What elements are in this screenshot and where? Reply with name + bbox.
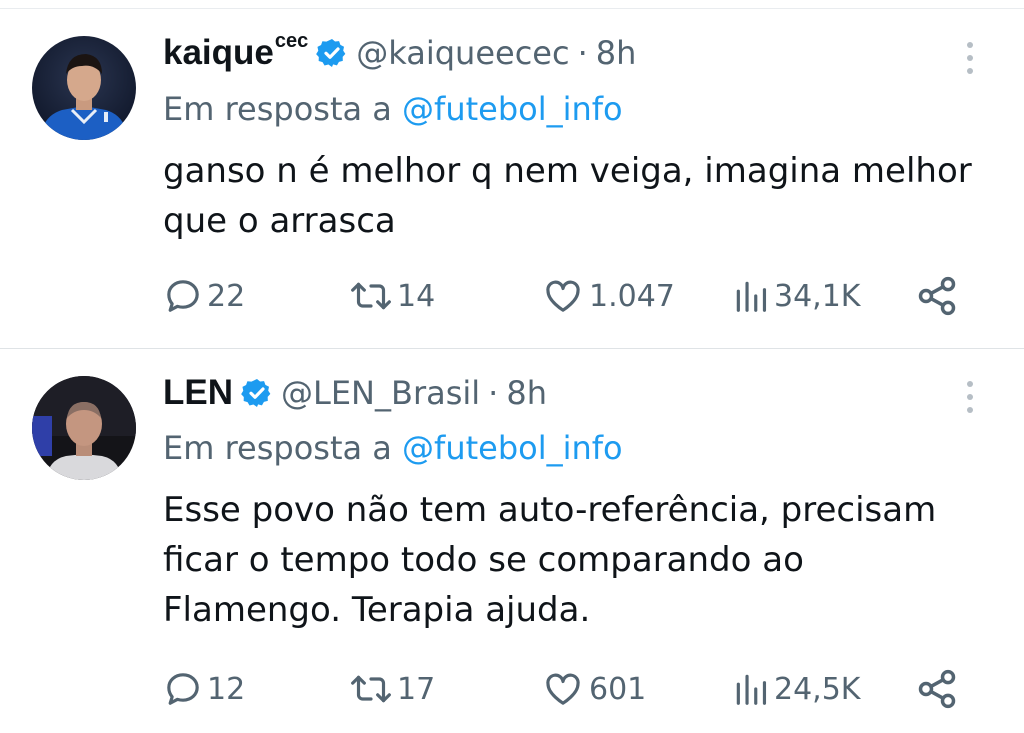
views-button[interactable]: 24,5K bbox=[732, 664, 860, 714]
retweet-count: 14 bbox=[397, 278, 436, 314]
tweet[interactable]: kaiquecec @kaiqueecec · 8h Em resposta a… bbox=[0, 0, 1024, 348]
tweet-header: LEN @LEN_Brasil · 8h bbox=[163, 370, 547, 416]
like-icon bbox=[546, 280, 580, 312]
user-handle[interactable]: @kaiqueecec bbox=[356, 34, 569, 72]
reply-prefix: Em resposta a bbox=[163, 90, 392, 128]
views-icon bbox=[736, 281, 767, 312]
share-icon bbox=[918, 276, 956, 316]
reply-count: 12 bbox=[207, 671, 246, 707]
views-button[interactable]: 34,1K bbox=[732, 271, 860, 321]
tweet-text-line: que o arrasca bbox=[163, 201, 396, 241]
display-name[interactable]: LEN bbox=[163, 373, 233, 413]
reply-button[interactable]: 22 bbox=[163, 271, 245, 321]
like-count: 1.047 bbox=[589, 278, 675, 314]
reply-icon bbox=[167, 673, 199, 705]
views-count: 34,1K bbox=[774, 278, 861, 314]
reply-context: Em resposta a @futebol_info bbox=[163, 429, 623, 467]
display-name[interactable]: kaiquecec bbox=[163, 30, 308, 73]
timestamp[interactable]: 8h bbox=[506, 374, 547, 412]
more-options-icon[interactable] bbox=[960, 38, 980, 78]
like-count: 601 bbox=[589, 671, 647, 707]
tweet-text: Esse povo não tem auto-referência, preci… bbox=[163, 485, 1003, 635]
retweet-icon bbox=[351, 282, 391, 310]
avatar[interactable] bbox=[32, 36, 136, 140]
reply-count: 22 bbox=[207, 278, 246, 314]
tweet-text-line: ficar o tempo todo se comparando ao bbox=[163, 540, 804, 580]
user-handle[interactable]: @LEN_Brasil bbox=[281, 374, 480, 412]
like-button[interactable]: 601 bbox=[541, 664, 646, 714]
share-icon bbox=[918, 669, 956, 709]
avatar[interactable] bbox=[32, 376, 136, 480]
tweet-text-line: ganso n é melhor q nem veiga, imagina me… bbox=[163, 151, 972, 191]
reply-mention-link[interactable]: @futebol_info bbox=[402, 90, 623, 128]
like-icon bbox=[546, 673, 580, 705]
reply-icon bbox=[167, 280, 199, 312]
views-count: 24,5K bbox=[774, 671, 861, 707]
like-button[interactable]: 1.047 bbox=[541, 271, 675, 321]
share-button[interactable] bbox=[915, 271, 959, 321]
tweet-text-line: Esse povo não tem auto-referência, preci… bbox=[163, 490, 937, 530]
retweet-button[interactable]: 14 bbox=[349, 271, 435, 321]
reply-button[interactable]: 12 bbox=[163, 664, 245, 714]
retweet-button[interactable]: 17 bbox=[349, 664, 435, 714]
separator-dot: · bbox=[577, 34, 588, 72]
views-icon bbox=[736, 674, 767, 705]
reply-mention-link[interactable]: @futebol_info bbox=[402, 429, 623, 467]
retweet-count: 17 bbox=[397, 671, 436, 707]
more-options-icon[interactable] bbox=[960, 377, 980, 417]
reply-prefix: Em resposta a bbox=[163, 429, 392, 467]
action-bar: 12 17 601 24,5K bbox=[163, 664, 983, 714]
reply-context: Em resposta a @futebol_info bbox=[163, 90, 623, 128]
tweet-text-line: Flamengo. Terapia ajuda. bbox=[163, 590, 591, 630]
tweet-text: ganso n é melhor q nem veiga, imagina me… bbox=[163, 146, 1003, 246]
retweet-icon bbox=[351, 675, 391, 703]
tweet[interactable]: LEN @LEN_Brasil · 8h Em resposta a @fute… bbox=[0, 349, 1024, 733]
timestamp[interactable]: 8h bbox=[596, 34, 637, 72]
action-bar: 22 14 1.047 34,1K bbox=[163, 271, 983, 321]
share-button[interactable] bbox=[915, 664, 959, 714]
tweet-header: kaiquecec @kaiqueecec · 8h bbox=[163, 30, 636, 76]
separator-dot: · bbox=[488, 374, 499, 412]
verified-badge-icon bbox=[316, 39, 346, 67]
verified-badge-icon bbox=[241, 379, 271, 407]
